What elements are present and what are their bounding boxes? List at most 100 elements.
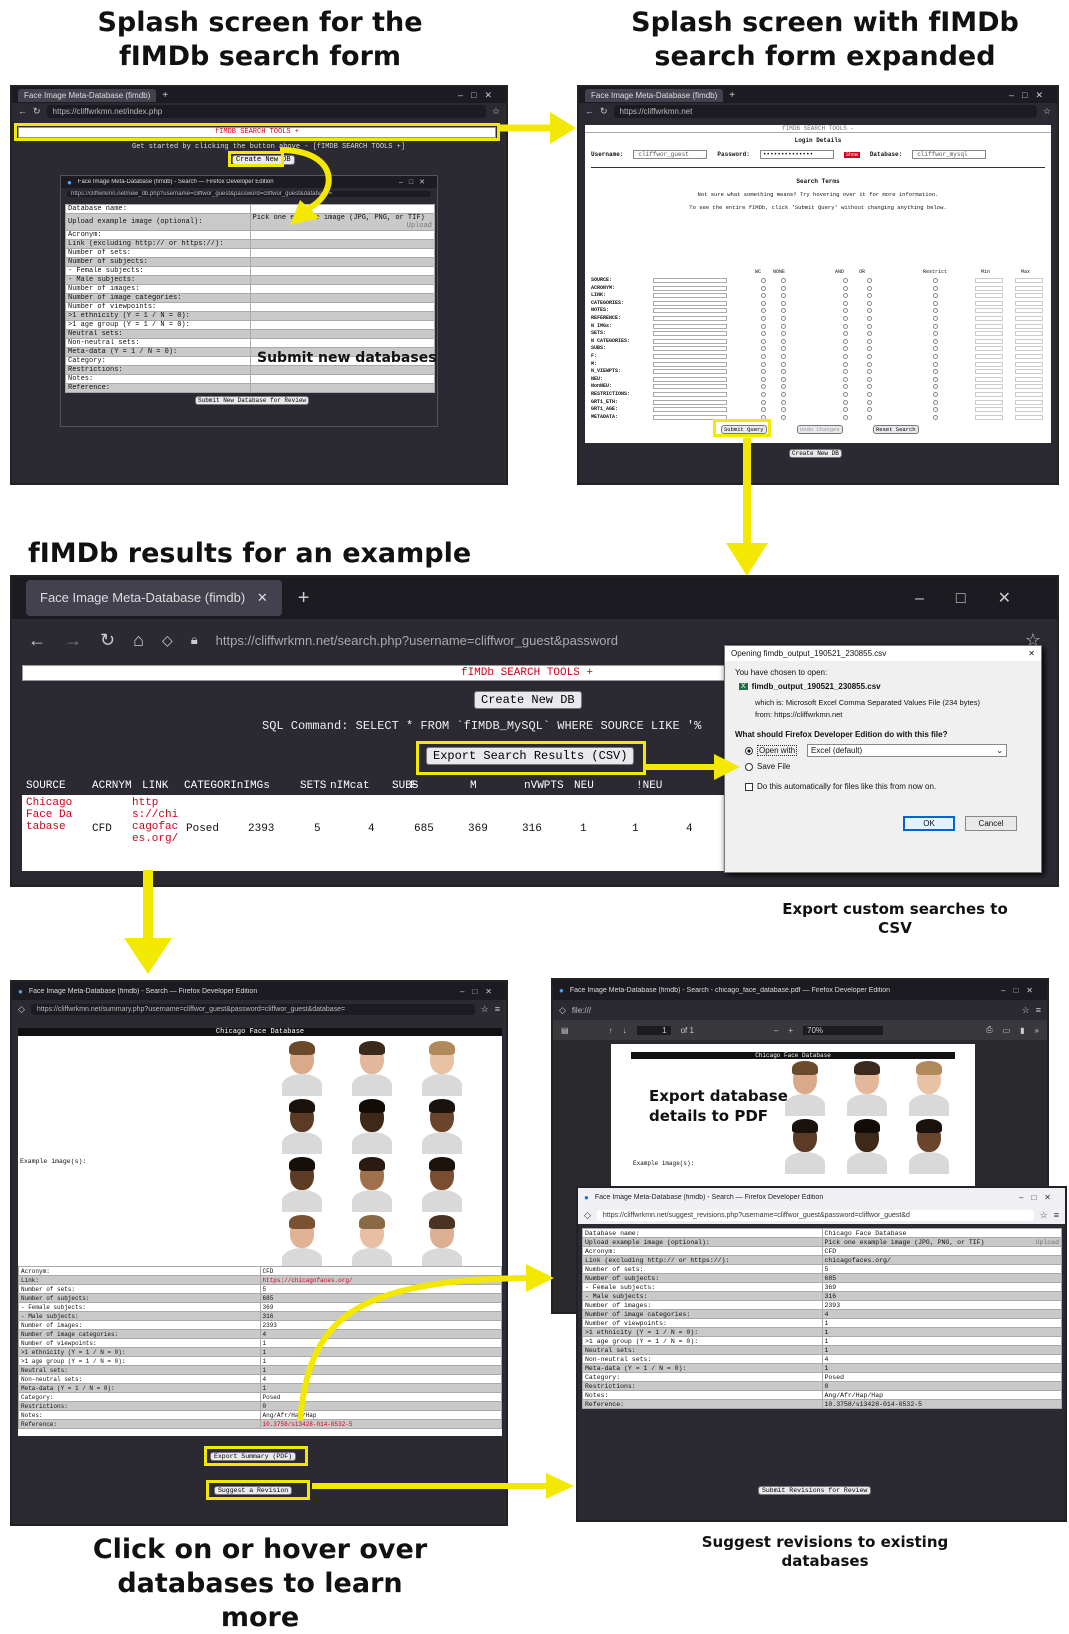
results-column-header[interactable]: LINK — [142, 780, 168, 792]
open-with-select[interactable]: Excel (default) ⌄ — [807, 744, 1008, 757]
reload-icon[interactable]: ↻ — [100, 630, 115, 651]
window-controls[interactable]: –□✕ — [460, 987, 500, 996]
search-range-input[interactable] — [1015, 369, 1043, 375]
search-option-radio[interactable] — [867, 414, 872, 420]
form-row-input[interactable] — [249, 293, 435, 303]
search-option-radio[interactable] — [761, 308, 766, 314]
submit-revisions-button[interactable]: Submit Revisions for Review — [758, 1486, 872, 1495]
search-option-radio[interactable] — [933, 407, 938, 413]
form-row-input[interactable] — [249, 320, 435, 330]
show-password-button[interactable]: Show — [843, 151, 860, 158]
ok-button[interactable]: OK — [903, 816, 955, 831]
search-option-radio[interactable] — [867, 293, 872, 299]
result-source-link[interactable]: Chicago Face Database — [26, 797, 78, 833]
search-field-input[interactable] — [653, 369, 727, 375]
search-option-radio[interactable] — [843, 323, 848, 329]
bookmark-star-icon[interactable]: ☆ — [481, 1004, 489, 1015]
zoom-in-icon[interactable]: + — [788, 1026, 793, 1035]
close-tab-icon[interactable]: ✕ — [257, 590, 268, 605]
search-option-radio[interactable] — [761, 376, 766, 382]
search-option-radio[interactable] — [781, 300, 786, 306]
search-option-radio[interactable] — [781, 323, 786, 329]
search-option-radio[interactable] — [761, 285, 766, 291]
results-column-header[interactable]: nIMcat — [330, 780, 370, 792]
search-range-input[interactable] — [975, 384, 1003, 390]
search-field-input[interactable] — [653, 361, 727, 367]
search-field-input[interactable] — [653, 384, 727, 390]
search-option-radio[interactable] — [867, 361, 872, 367]
search-option-radio[interactable] — [781, 414, 786, 420]
search-option-radio[interactable] — [867, 308, 872, 314]
url-bar[interactable]: https://cliffwrkmn.net/suggest_revisions… — [596, 1209, 1034, 1221]
window-controls[interactable]: –□✕ — [458, 90, 500, 101]
search-option-radio[interactable] — [933, 315, 938, 321]
search-option-radio[interactable] — [843, 278, 848, 283]
search-option-radio[interactable] — [843, 399, 848, 405]
search-option-radio[interactable] — [843, 308, 848, 314]
search-range-input[interactable] — [1015, 338, 1043, 344]
search-option-radio[interactable] — [761, 353, 766, 359]
revision-input[interactable]: 5 — [821, 1264, 1062, 1274]
browser-tab[interactable]: Face Image Meta-Database (fimdb) ✕ — [26, 580, 282, 616]
search-option-radio[interactable] — [761, 361, 766, 367]
search-option-radio[interactable] — [843, 300, 848, 306]
revision-input[interactable]: 1 — [821, 1363, 1062, 1373]
bookmark-star-icon[interactable]: ☆ — [1040, 1210, 1048, 1221]
search-option-radio[interactable] — [933, 369, 938, 375]
search-range-input[interactable] — [975, 376, 1003, 382]
search-option-radio[interactable] — [781, 308, 786, 314]
form-row-input[interactable] — [249, 365, 435, 375]
search-option-radio[interactable] — [867, 323, 872, 329]
search-option-radio[interactable] — [843, 293, 848, 299]
search-field-input[interactable] — [653, 285, 727, 291]
password-input[interactable]: •••••••••••••• — [759, 150, 834, 159]
search-option-radio[interactable] — [933, 300, 938, 306]
search-range-input[interactable] — [1015, 353, 1043, 359]
cancel-button[interactable]: Cancel — [965, 816, 1017, 831]
new-tab-icon[interactable]: + — [162, 90, 168, 101]
page-up-icon[interactable]: ↑ — [609, 1026, 613, 1035]
back-icon[interactable]: ← — [585, 106, 594, 116]
open-with-radio[interactable] — [745, 746, 753, 755]
search-range-input[interactable] — [1015, 293, 1043, 299]
new-tab-icon[interactable]: + — [729, 90, 735, 101]
search-option-radio[interactable] — [867, 346, 872, 352]
results-column-header[interactable]: SETS — [300, 780, 326, 792]
search-option-radio[interactable] — [933, 376, 938, 382]
search-option-radio[interactable] — [781, 353, 786, 359]
page-number-input[interactable]: 1 — [636, 1025, 671, 1035]
search-option-radio[interactable] — [843, 331, 848, 337]
search-option-radio[interactable] — [843, 391, 848, 397]
search-range-input[interactable] — [975, 338, 1003, 344]
search-field-input[interactable] — [653, 346, 727, 352]
search-option-radio[interactable] — [933, 346, 938, 352]
search-option-radio[interactable] — [867, 285, 872, 291]
form-row-input[interactable] — [249, 311, 435, 321]
url-bar[interactable]: https://cliffwrkmn.net/summary.php?usern… — [30, 1003, 475, 1015]
form-row-input[interactable] — [249, 248, 435, 258]
results-column-header[interactable]: M — [470, 780, 477, 792]
page-down-icon[interactable]: ↓ — [623, 1026, 627, 1035]
search-option-radio[interactable] — [761, 323, 766, 329]
search-option-radio[interactable] — [781, 369, 786, 375]
search-option-radio[interactable] — [933, 353, 938, 359]
search-field-input[interactable] — [653, 278, 727, 283]
search-option-radio[interactable] — [781, 407, 786, 413]
bookmark-star-icon[interactable]: ☆ — [1022, 1005, 1030, 1016]
form-row-input[interactable] — [249, 302, 435, 312]
search-range-input[interactable] — [1015, 391, 1043, 397]
revision-input[interactable]: 1 — [821, 1345, 1062, 1355]
search-option-radio[interactable] — [761, 369, 766, 375]
create-db-button[interactable]: Create New DB — [789, 449, 842, 458]
database-input[interactable]: cliffwor_mysql — [912, 150, 987, 159]
revision-input[interactable]: 4 — [821, 1309, 1062, 1319]
revision-input[interactable]: 316 — [821, 1291, 1062, 1301]
search-option-radio[interactable] — [843, 384, 848, 390]
form-row-input[interactable] — [249, 230, 435, 240]
results-column-header[interactable]: ACRNYM — [92, 780, 132, 792]
forward-icon[interactable]: → — [64, 630, 82, 651]
back-icon[interactable]: ← — [28, 630, 46, 651]
revision-input[interactable]: 10.3758/s13428-014-0532-5 — [821, 1399, 1062, 1409]
search-range-input[interactable] — [975, 369, 1003, 375]
form-row-input[interactable] — [249, 266, 435, 276]
